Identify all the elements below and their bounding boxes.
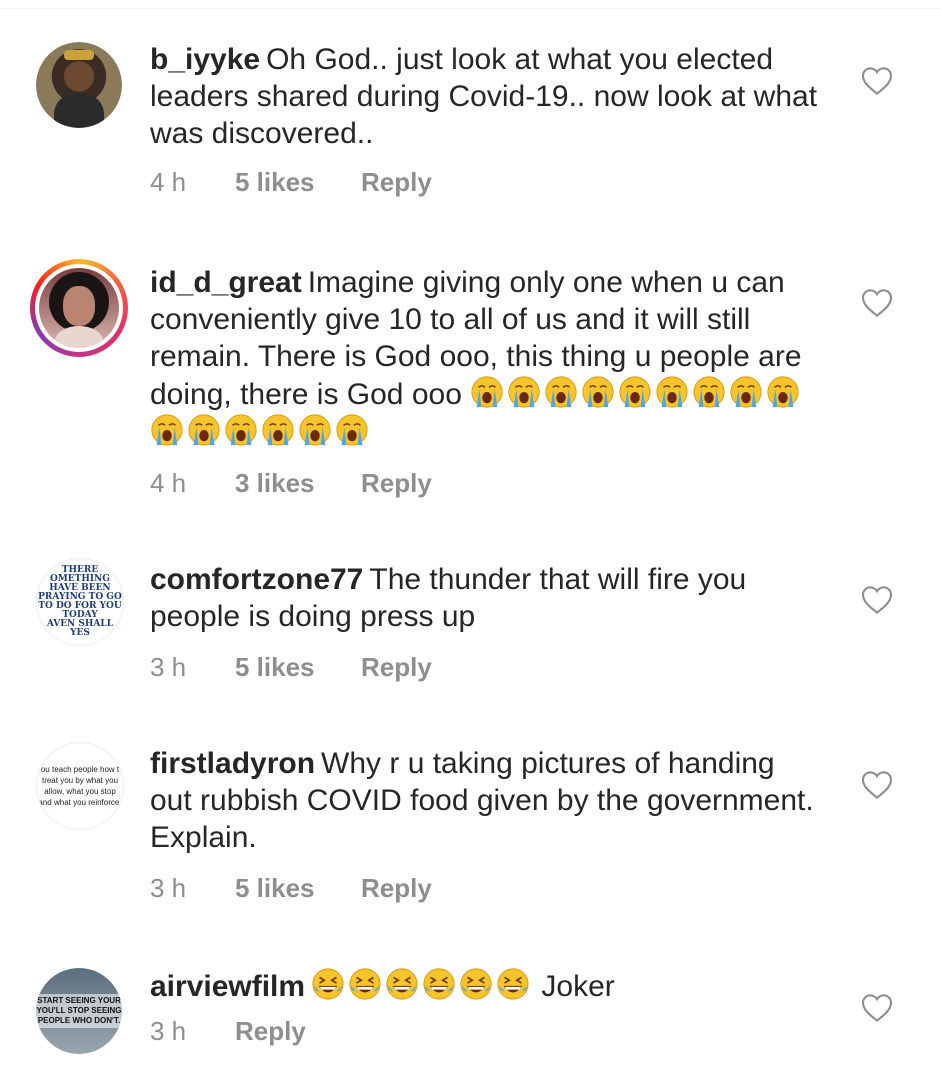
comment-text: comfortzone77 The thunder that will fire … (150, 563, 747, 633)
reply-button[interactable]: Reply (361, 167, 432, 198)
avatar-text-line: and what you reinforce. (38, 798, 122, 807)
avatar[interactable] (30, 259, 128, 357)
loudly-crying-face-icon (767, 376, 799, 408)
loudly-crying-face-icon (471, 376, 503, 408)
heart-icon[interactable] (861, 66, 893, 96)
timestamp[interactable]: 3 h (150, 873, 235, 904)
avatar-text-line: YOU'LL STOP SEEING (36, 1006, 122, 1015)
grinning-squinting-face-icon (312, 968, 344, 1000)
likes-count[interactable]: 5 likes (235, 873, 361, 904)
loudly-crying-face-icon (582, 376, 614, 408)
username-link[interactable]: firstladyron (150, 747, 315, 780)
grinning-squinting-face-icon (423, 968, 455, 1000)
comment-text: b_iyyke Oh God.. just look at what you el… (150, 43, 818, 150)
reply-button[interactable]: Reply (361, 468, 432, 499)
avatar[interactable]: ou teach people how t treat you by what y… (36, 742, 124, 830)
avatar-text-line: treat you by what you (41, 776, 119, 785)
heart-icon[interactable] (861, 770, 893, 800)
loudly-crying-face-icon (299, 414, 331, 446)
avatar[interactable]: THERE OMETHING HAVE BEEN PRAYING TO GO TO DO… (36, 558, 124, 646)
timestamp[interactable]: 4 h (150, 468, 235, 499)
timestamp[interactable]: 3 h (150, 1016, 235, 1047)
comment-text: firstladyron Why r u taking pictures of h… (150, 747, 814, 854)
loudly-crying-face-icon (225, 414, 257, 446)
loudly-crying-face-icon (656, 376, 688, 408)
username-link[interactable]: b_iyyke (150, 43, 260, 76)
emoji-group (311, 968, 533, 1003)
grinning-squinting-face-icon (460, 968, 492, 1000)
loudly-crying-face-icon (508, 376, 540, 408)
avatar[interactable]: START SEEING YOUR YOU'LL STOP SEEING PEOPL… (36, 968, 122, 1054)
top-divider (0, 0, 941, 9)
avatar-text-line: ou teach people how t (40, 765, 120, 774)
grinning-squinting-face-icon (349, 968, 381, 1000)
grinning-squinting-face-icon (386, 968, 418, 1000)
comment-text: id_d_great Imagine giving only one when u… (150, 264, 830, 451)
loudly-crying-face-icon (693, 376, 725, 408)
likes-count[interactable]: 5 likes (235, 652, 361, 683)
avatar-text-line: YES (70, 628, 90, 638)
loudly-crying-face-icon (188, 414, 220, 446)
reply-button[interactable]: Reply (361, 873, 432, 904)
avatar-text-line: START SEEING YOUR (37, 996, 121, 1005)
avatar-text-line: PEOPLE WHO DON'T. (37, 1016, 121, 1025)
username-link[interactable]: airviewfilm (150, 970, 305, 1003)
username-link[interactable]: id_d_great (150, 266, 302, 299)
loudly-crying-face-icon (262, 414, 294, 446)
heart-icon[interactable] (861, 585, 893, 615)
timestamp[interactable]: 4 h (150, 167, 235, 198)
likes-count[interactable]: 5 likes (235, 167, 361, 198)
avatar[interactable] (36, 42, 122, 128)
loudly-crying-face-icon (151, 414, 183, 446)
loudly-crying-face-icon (619, 376, 651, 408)
loudly-crying-face-icon (336, 414, 368, 446)
comment-text: airviewfilm Joker (150, 967, 820, 1005)
reply-button[interactable]: Reply (235, 1016, 306, 1047)
loudly-crying-face-icon (545, 376, 577, 408)
likes-count[interactable]: 3 likes (235, 468, 361, 499)
heart-icon[interactable] (861, 993, 893, 1023)
avatar-text-line: allow, what you stop (44, 787, 116, 796)
loudly-crying-face-icon (730, 376, 762, 408)
grinning-squinting-face-icon (497, 968, 529, 1000)
heart-icon[interactable] (861, 288, 893, 318)
timestamp[interactable]: 3 h (150, 652, 235, 683)
reply-button[interactable]: Reply (361, 652, 432, 683)
username-link[interactable]: comfortzone77 (150, 563, 363, 596)
